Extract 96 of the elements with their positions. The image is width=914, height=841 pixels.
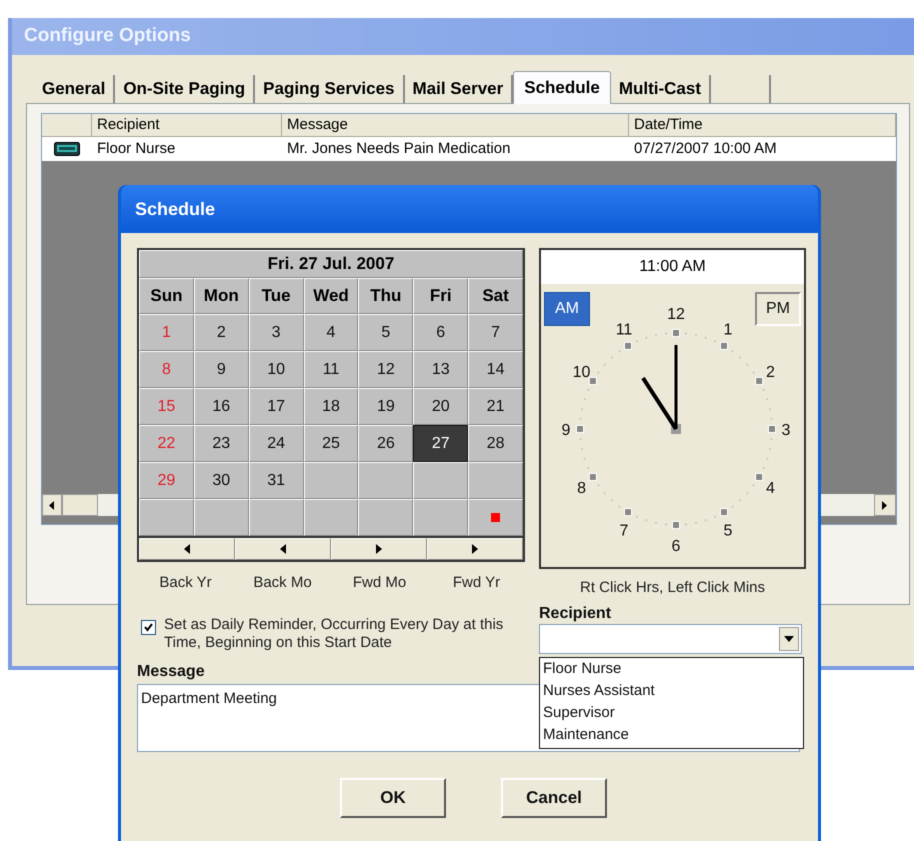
window-title: Configure Options — [24, 24, 191, 48]
empty-day-cell — [194, 499, 249, 536]
day-cell[interactable]: 20 — [413, 388, 468, 425]
day-cell[interactable]: 7 — [468, 314, 523, 351]
dropdown-option[interactable]: Supervisor — [540, 702, 803, 724]
navigation-button[interactable] — [139, 538, 235, 560]
navigation-label: Back Mo — [253, 573, 312, 593]
hour-number: 1 — [724, 322, 732, 339]
dropdown-option[interactable]: Nurses Assistant — [540, 680, 803, 702]
day-cell[interactable]: 2 — [194, 314, 249, 351]
navigation-label: Back Yr — [159, 573, 212, 593]
dialog-title: Schedule — [135, 198, 216, 220]
day-cell[interactable]: 10 — [248, 351, 304, 388]
day-cell[interactable]: 31 — [248, 462, 304, 499]
navigation-label: Fwd Mo — [352, 573, 406, 593]
day-cell[interactable]: 14 — [468, 351, 523, 388]
hour-number: 11 — [616, 322, 632, 339]
empty-day-cell — [248, 499, 304, 536]
day-cell[interactable]: 27 — [413, 425, 468, 462]
day-cell[interactable]: 13 — [413, 351, 468, 388]
hour-number: 5 — [724, 522, 732, 540]
weekday-header: Fri — [413, 278, 468, 314]
empty-day-cell — [139, 499, 194, 536]
table-cell-text: Floor Nurse — [96, 138, 176, 159]
day-cell[interactable]: 30 — [194, 462, 249, 499]
day-cell[interactable]: 11 — [304, 351, 358, 388]
hour-number: 7 — [620, 522, 628, 540]
dropdown-button[interactable] — [779, 626, 799, 650]
pager-icon — [54, 142, 80, 156]
weekday-header: Sun — [139, 278, 194, 314]
day-cell[interactable]: 5 — [358, 314, 414, 351]
hour-number: 4 — [766, 480, 775, 497]
day-cell[interactable]: 21 — [468, 388, 523, 425]
empty-day-cell — [413, 462, 468, 499]
left-arrow-icon — [49, 500, 55, 510]
day-cell[interactable]: 18 — [304, 388, 358, 425]
day-cell[interactable]: 19 — [358, 388, 414, 425]
right-arrow-icon — [472, 544, 478, 554]
day-cell[interactable]: 16 — [194, 388, 249, 425]
day-cell[interactable]: 17 — [248, 388, 304, 425]
scroll-left-button[interactable] — [42, 494, 62, 516]
navigation-button[interactable] — [235, 538, 331, 560]
weekday-header: Mon — [194, 278, 249, 314]
dialog-button[interactable]: Cancel — [501, 778, 607, 818]
hour-number: 6 — [672, 538, 680, 555]
day-cell[interactable]: 4 — [304, 314, 358, 351]
empty-day-cell — [358, 462, 414, 499]
weekday-header: Sat — [468, 278, 523, 314]
left-arrow-icon — [184, 544, 190, 554]
clock-hint: Rt Click Hrs, Left Click Mins — [578, 578, 766, 598]
hour-number: 9 — [562, 422, 570, 439]
day-cell[interactable]: 9 — [194, 351, 249, 388]
table-cell-text: Mr. Jones Needs Pain Medication — [286, 138, 512, 159]
navigation-button[interactable] — [331, 538, 427, 560]
checkbox[interactable] — [141, 620, 156, 634]
scroll-thumb[interactable] — [62, 494, 98, 516]
left-arrow-icon — [280, 544, 286, 554]
hour-number: 12 — [667, 306, 685, 323]
weekday-header: Thu — [358, 278, 414, 314]
day-cell[interactable]: 12 — [358, 351, 414, 388]
day-cell[interactable]: 3 — [248, 314, 304, 351]
dropdown-option[interactable]: Maintenance — [540, 724, 803, 746]
time-display: 11:00 AM — [541, 250, 804, 284]
day-cell[interactable]: 25 — [304, 425, 358, 462]
right-arrow-icon — [882, 500, 888, 510]
message-label: Message — [137, 662, 205, 682]
day-cell[interactable]: 24 — [248, 425, 304, 462]
empty-day-cell — [304, 499, 358, 536]
caret-icon — [784, 636, 794, 642]
navigation-label: Fwd Yr — [452, 573, 500, 593]
day-cell[interactable]: 28 — [468, 425, 523, 462]
table-cell-text: 07/27/2007 10:00 AM — [633, 138, 778, 159]
tab[interactable]: Mail Server — [404, 75, 514, 103]
hour-number: 2 — [766, 364, 775, 381]
hour-number: 10 — [572, 364, 590, 381]
empty-day-cell — [304, 462, 358, 499]
hour-number: 8 — [577, 480, 586, 497]
check-icon — [144, 622, 153, 632]
hour-number: 3 — [782, 422, 790, 439]
dropdown-option[interactable]: Floor Nurse — [540, 658, 803, 680]
calendar-header: Fri. 27 Jul. 2007 — [139, 250, 523, 278]
weekday-header: Wed — [304, 278, 358, 314]
dialog-button[interactable]: OK — [340, 778, 446, 818]
day-cell[interactable]: 6 — [413, 314, 468, 351]
navigation-button[interactable] — [427, 538, 523, 560]
tab[interactable]: Schedule — [513, 71, 611, 104]
checkbox-label: Set as Daily Reminder, Occurring Every Day at this Time, Beginning on this Start Date — [164, 616, 504, 652]
scroll-right-button[interactable] — [874, 494, 896, 516]
time-period-toggle[interactable]: AM — [544, 292, 590, 326]
recipient-label: Recipient — [539, 604, 612, 624]
empty-day-cell — [358, 499, 414, 536]
day-cell[interactable]: 23 — [194, 425, 249, 462]
day-cell[interactable]: 26 — [358, 425, 414, 462]
weekday-header: Tue — [248, 278, 304, 314]
time-period-toggle[interactable]: PM — [755, 292, 801, 326]
right-arrow-icon — [376, 544, 382, 554]
